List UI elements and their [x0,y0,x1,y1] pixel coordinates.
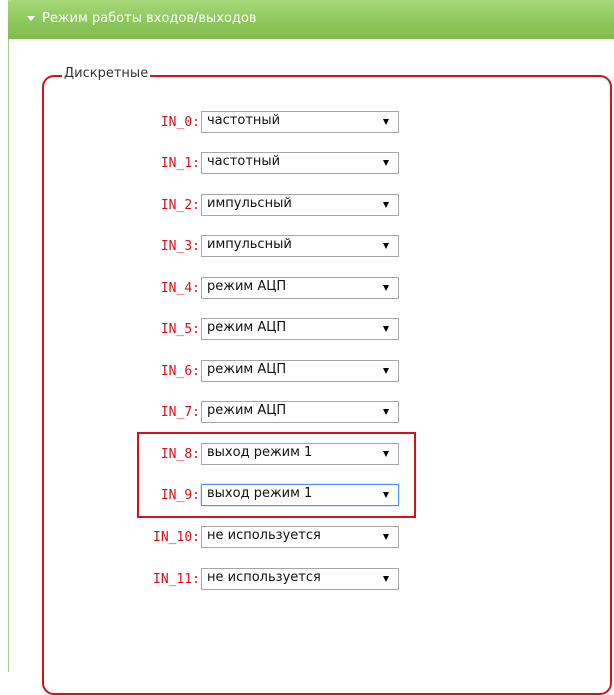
panel-header[interactable]: Режим работы входов/выходов [8,0,614,39]
dropdown-arrow-icon [383,326,389,332]
input-row-in11: IN_11: не используется [0,568,430,590]
mode-select-in10[interactable]: не используется [201,526,399,548]
input-row-in3: IN_3: импульсный [0,235,430,257]
mode-select-in1[interactable]: частотный [201,152,399,174]
select-value: не используется [207,528,321,543]
mode-select-in6[interactable]: режим АЦП [201,360,399,382]
input-row-in1: IN_1: частотный [0,152,430,174]
dropdown-arrow-icon [383,576,389,582]
select-value: импульсный [207,237,292,252]
input-label: IN_4: [160,281,200,296]
select-value: частотный [207,113,281,128]
select-value: режим АЦП [207,403,287,418]
fieldset-legend: Дискретные [62,66,151,82]
input-row-in4: IN_4: режим АЦП [0,277,430,299]
input-label: IN_5: [160,322,200,337]
select-value: режим АЦП [207,279,287,294]
dropdown-arrow-icon [383,368,389,374]
dropdown-arrow-icon [383,534,389,540]
input-row-in0: IN_0: частотный [0,111,430,133]
select-value: режим АЦП [207,320,287,335]
select-value: не используется [207,570,321,585]
input-label: IN_2: [160,198,200,213]
input-row-in7: IN_7: режим АЦП [0,401,430,423]
input-row-in2: IN_2: импульсный [0,194,430,216]
select-value: импульсный [207,196,292,211]
dropdown-arrow-icon [383,243,389,249]
input-label: IN_6: [160,364,200,379]
dropdown-arrow-icon [383,160,389,166]
input-row-in10: IN_10: не используется [0,526,430,548]
dropdown-arrow-icon [383,202,389,208]
collapse-arrow-icon[interactable] [27,16,35,21]
input-label: IN_11: [153,572,200,587]
dropdown-arrow-icon [383,119,389,125]
input-label: IN_1: [160,156,200,171]
mode-select-in7[interactable]: режим АЦП [201,401,399,423]
input-label: IN_7: [160,405,200,420]
input-label: IN_0: [160,115,200,130]
select-value: частотный [207,154,281,169]
input-row-in6: IN_6: режим АЦП [0,360,430,382]
select-value: режим АЦП [207,362,287,377]
dropdown-arrow-icon [383,409,389,415]
mode-select-in3[interactable]: импульсный [201,235,399,257]
mode-select-in0[interactable]: частотный [201,111,399,133]
annotation-highlight-box [137,432,416,518]
mode-select-in4[interactable]: режим АЦП [201,277,399,299]
mode-select-in2[interactable]: импульсный [201,194,399,216]
mode-select-in5[interactable]: режим АЦП [201,318,399,340]
input-label: IN_10: [153,530,200,545]
dropdown-arrow-icon [383,285,389,291]
mode-select-in11[interactable]: не используется [201,568,399,590]
input-label: IN_3: [160,239,200,254]
input-row-in5: IN_5: режим АЦП [0,318,430,340]
panel-title: Режим работы входов/выходов [42,11,257,26]
